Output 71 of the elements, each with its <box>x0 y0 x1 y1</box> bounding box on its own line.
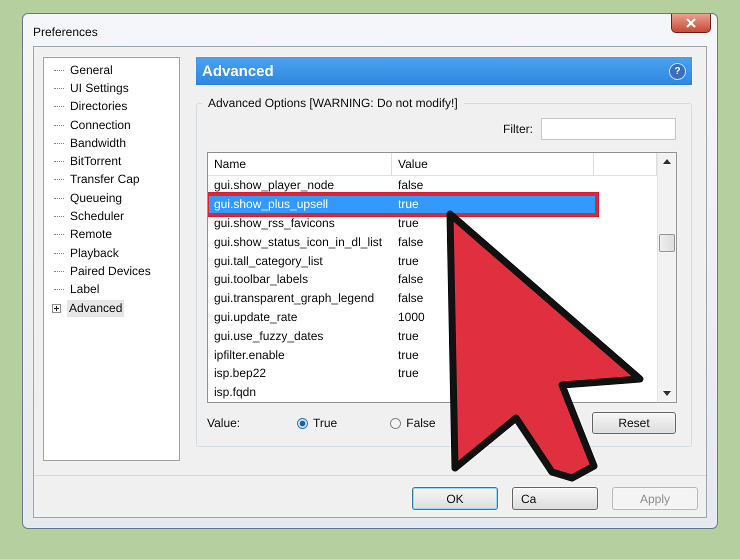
table-cell-text: true <box>397 366 420 380</box>
table-row[interactable]: gui.tall_category_list true <box>208 251 657 270</box>
table-cell-text: true <box>397 348 420 362</box>
sidebar-item[interactable]: General <box>68 62 115 79</box>
sidebar-item[interactable]: BitTorrent <box>68 153 124 170</box>
table-row[interactable]: gui.show_status_icon_in_dl_list false <box>208 232 657 252</box>
panel-title: Advanced <box>202 62 274 80</box>
expand-icon[interactable] <box>52 304 61 312</box>
table-row[interactable]: gui.transparent_graph_legend false <box>208 288 657 308</box>
sidebar-item[interactable]: Connection <box>68 116 133 134</box>
table-cell-text: gui.use_fuzzy_dates <box>213 328 324 343</box>
scroll-down-icon[interactable] <box>663 391 671 396</box>
scroll-up-icon[interactable] <box>663 159 671 164</box>
column-header[interactable]: Name <box>208 153 392 175</box>
table-row[interactable]: gui.toolbar_labels false <box>208 270 657 289</box>
value-label: Value: <box>207 416 242 430</box>
table-cell-text: false <box>397 178 424 192</box>
radio-icon[interactable] <box>297 418 308 428</box>
table-cell-text: ipfilter.enable <box>213 348 286 362</box>
scroll-thumb[interactable] <box>659 234 675 252</box>
table-cell-text: gui.show_player_node <box>213 178 336 192</box>
sidebar-item[interactable]: Transfer Cap <box>68 171 142 188</box>
sidebar-item[interactable]: Remote <box>68 226 114 244</box>
table-cell-text: gui.transparent_graph_legend <box>213 291 376 306</box>
radio-option[interactable]: False <box>390 416 436 430</box>
sidebar-item[interactable]: Queueing <box>68 190 124 207</box>
scrollbar[interactable] <box>657 153 676 402</box>
dialog-button[interactable]: OK <box>412 487 498 510</box>
filter-field[interactable] <box>541 118 676 140</box>
table-cell-text: gui.toolbar_labels <box>213 272 310 286</box>
column-header[interactable]: Value <box>392 153 594 175</box>
table-row[interactable]: gui.show_rss_favicons true <box>208 214 657 232</box>
dialog-button[interactable]: Ca <box>512 487 598 510</box>
sidebar-item[interactable]: Label <box>68 281 102 298</box>
table-cell-text: true <box>397 216 420 230</box>
sidebar-item[interactable]: UI Settings <box>68 80 131 97</box>
table-cell-text: gui.tall_category_list <box>213 254 324 268</box>
sidebar-item[interactable]: Paired Devices <box>68 262 153 280</box>
sidebar-item[interactable]: Scheduler <box>68 208 126 226</box>
reset-button[interactable]: Reset <box>592 412 676 434</box>
help-button[interactable]: ? <box>669 62 686 80</box>
table-cell-text: false <box>397 272 424 286</box>
table-cell-text: gui.show_rss_favicons <box>213 216 336 230</box>
sidebar-item[interactable]: Advanced <box>67 300 124 316</box>
window-title: Preferences <box>33 25 98 39</box>
table-cell-text: 1000 <box>397 310 426 324</box>
close-icon <box>685 18 697 28</box>
table-row[interactable]: ipfilter.enable true <box>208 345 657 364</box>
table-cell-text: false <box>397 234 424 249</box>
table-cell-text: gui.show_status_icon_in_dl_list <box>213 234 384 249</box>
close-button[interactable] <box>671 14 711 33</box>
table-row[interactable]: gui.show_player_node false <box>208 176 657 195</box>
table-row[interactable]: gui.use_fuzzy_dates true <box>208 326 657 346</box>
table-cell-text: isp.fqdn <box>213 385 258 400</box>
radio-option[interactable]: True <box>297 416 338 430</box>
group-title: Advanced Options [WARNING: Do not modify!] <box>202 96 464 110</box>
table-cell-text: true <box>397 328 420 343</box>
table-row[interactable]: isp.fqdn <box>208 382 657 402</box>
table-row[interactable]: gui.update_rate 1000 <box>208 308 657 326</box>
sidebar-item[interactable]: Bandwidth <box>68 134 128 152</box>
table-cell-text: gui.show_plus_upsell <box>213 197 330 212</box>
radio-icon[interactable] <box>390 418 402 428</box>
sidebar-item[interactable]: Directories <box>68 98 130 116</box>
table-cell-text: true <box>397 254 420 268</box>
table-row[interactable]: isp.bep22 true <box>208 364 657 383</box>
table-cell-text: isp.bep22 <box>213 366 268 380</box>
filter-label: Filter: <box>503 122 533 136</box>
table-cell-text: gui.update_rate <box>213 310 298 324</box>
table-cell-text: true <box>397 197 420 212</box>
sidebar-item[interactable]: Playback <box>68 244 121 262</box>
table-cell-text: false <box>397 291 424 306</box>
